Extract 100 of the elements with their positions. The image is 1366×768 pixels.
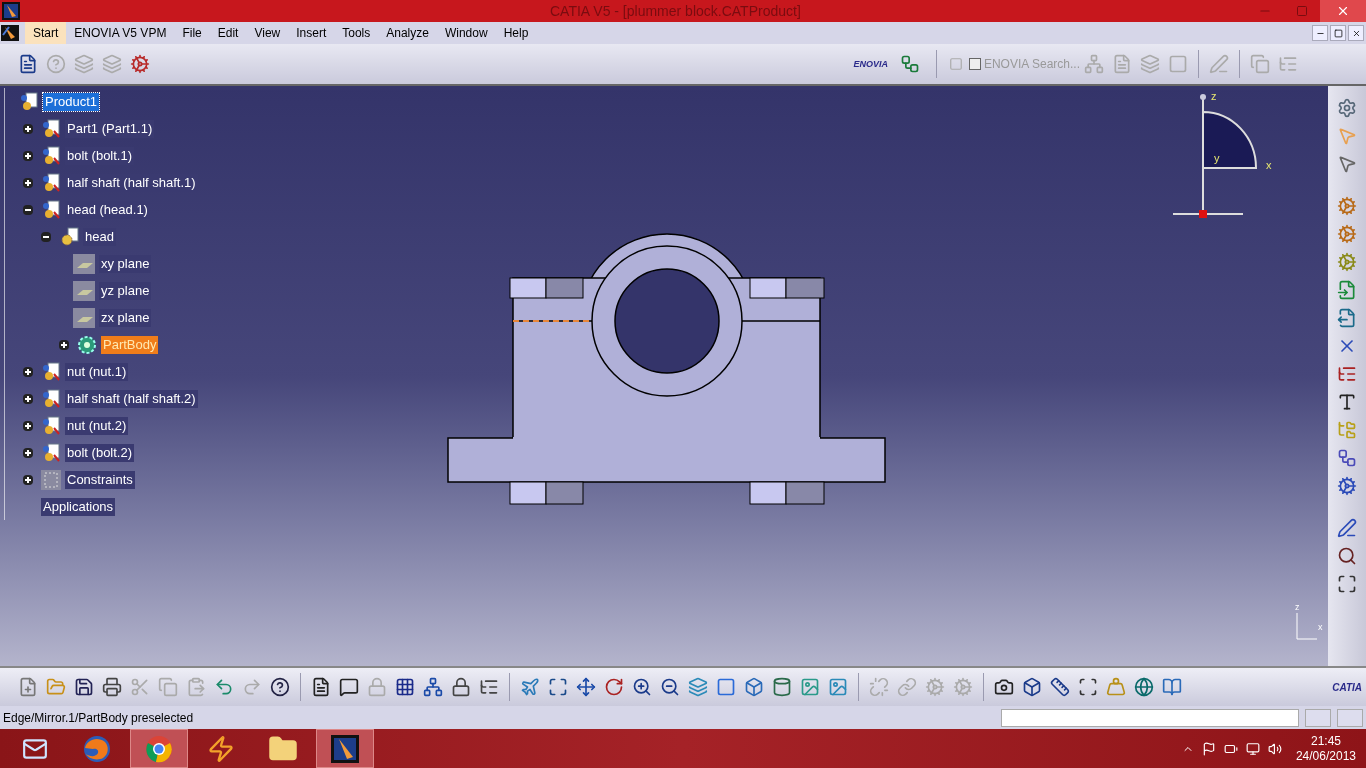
plane-icon: [73, 280, 95, 301]
menu-item[interactable]: Tools: [334, 22, 379, 44]
zoom-out-icon[interactable]: [660, 677, 680, 697]
expand-toggle[interactable]: [23, 150, 33, 161]
menu-item[interactable]: ENOVIA V5 VPM: [66, 22, 175, 44]
printer-icon[interactable]: [102, 677, 122, 697]
part-icon: [41, 172, 61, 193]
part-icon: [41, 145, 61, 166]
collapse-toggle[interactable]: [23, 204, 33, 215]
gear-icon: [77, 334, 97, 355]
tree-item[interactable]: yz plane: [99, 281, 152, 300]
enovia-logo: ENOVIA: [853, 59, 888, 69]
fit-all-icon[interactable]: [548, 677, 568, 697]
tree-item[interactable]: Part1 (Part1.1): [65, 119, 155, 138]
save-icon[interactable]: [74, 677, 94, 697]
minimize-button[interactable]: [1312, 25, 1328, 41]
axis-triad-drawing: [1295, 613, 1317, 641]
menu-item[interactable]: Start: [25, 22, 67, 44]
tree-item[interactable]: xy plane: [99, 254, 152, 273]
search-checkbox[interactable]: [968, 58, 981, 70]
flow-icon[interactable]: [1337, 448, 1357, 468]
help-icon[interactable]: [270, 677, 290, 697]
chrome-icon: [144, 733, 174, 764]
list-icon[interactable]: [479, 677, 499, 697]
menu-item[interactable]: Analyze: [378, 22, 437, 44]
menu-item[interactable]: Insert: [288, 22, 335, 44]
compass-label: y: [1214, 152, 1220, 164]
insert-file-icon[interactable]: [1337, 280, 1357, 300]
status-message: Edge/Mirror.1/PartBody preselected: [3, 709, 194, 727]
catia-app-icon: [2, 2, 20, 20]
window-title: CATIA V5 - [plummer block.CATProduct]: [550, 1, 801, 21]
catia-app-icon: [331, 734, 359, 763]
tree-item[interactable]: bolt (bolt.2): [65, 443, 135, 462]
restore-icon: [1333, 28, 1343, 38]
export-file-icon[interactable]: [1337, 308, 1357, 328]
weight-icon[interactable]: [1106, 677, 1126, 697]
part-icon: [41, 388, 61, 409]
part-icon: [41, 118, 61, 139]
expand-toggle[interactable]: [23, 420, 33, 431]
speaker-icon[interactable]: [1267, 741, 1282, 756]
book-icon[interactable]: [1162, 677, 1182, 697]
checkbox-label: ENOVIA Search...: [983, 56, 1080, 73]
cylinder-icon[interactable]: [772, 677, 792, 697]
expand-toggle[interactable]: [23, 366, 33, 377]
gear-icon[interactable]: [1337, 196, 1357, 216]
analysis-icon[interactable]: [1337, 546, 1357, 566]
table-icon[interactable]: [395, 677, 415, 697]
menu-item[interactable]: View: [246, 22, 289, 44]
lightning-icon: [207, 734, 235, 763]
tree-graph-icon[interactable]: [423, 677, 443, 697]
zoom-in-icon[interactable]: [632, 677, 652, 697]
taskbar-button[interactable]: [316, 729, 374, 768]
constraints-icon: [41, 469, 61, 490]
menu-item[interactable]: Edit: [209, 22, 247, 44]
expand-toggle[interactable]: [23, 123, 33, 134]
rotate-icon[interactable]: [604, 677, 624, 697]
close-button[interactable]: [1348, 25, 1364, 41]
axis-label: z: [1295, 601, 1300, 614]
part-icon: [41, 199, 61, 220]
camera-icon[interactable]: [994, 677, 1014, 697]
command-input-field[interactable]: [1001, 708, 1299, 727]
tree-item[interactable]: Constraints: [65, 470, 135, 489]
airplane-icon[interactable]: [520, 677, 540, 697]
compass-label: x: [1266, 158, 1272, 173]
collapse-toggle[interactable]: [41, 231, 51, 242]
tree-item[interactable]: Product1: [43, 92, 100, 111]
menu-item[interactable]: Window: [436, 22, 496, 44]
3d-viewport[interactable]: [0, 86, 1328, 666]
plane-icon: [73, 253, 95, 274]
normal-view-icon[interactable]: [688, 677, 708, 697]
gears-icon[interactable]: [130, 54, 150, 74]
expand-toggle[interactable]: [23, 447, 33, 458]
menu-item[interactable]: File: [174, 22, 210, 44]
tree-item[interactable]: nut (nut.1): [65, 362, 129, 381]
clock-time[interactable]: 21:45: [1310, 733, 1341, 749]
tree-item[interactable]: half shaft (half shaft.2): [65, 389, 198, 408]
globe-fox-icon: [82, 733, 112, 764]
expand-toggle[interactable]: [23, 393, 33, 404]
clock-date[interactable]: 24/06/2013: [1295, 748, 1356, 764]
part-icon: [41, 361, 61, 382]
pan-icon[interactable]: [576, 677, 596, 697]
speech-bubble-icon[interactable]: [339, 677, 359, 697]
ruler-icon[interactable]: [1050, 677, 1070, 697]
padlock-icon[interactable]: [451, 677, 471, 697]
product-icon: [19, 91, 39, 112]
menu-item[interactable]: Help: [495, 22, 537, 44]
select-icon[interactable]: [1337, 154, 1357, 174]
catia-menu-icon[interactable]: [1, 25, 19, 41]
tree-item[interactable]: Applications: [41, 497, 116, 516]
axis-label: x: [1318, 622, 1323, 632]
undo-icon[interactable]: [214, 677, 234, 697]
new-file-icon[interactable]: [18, 677, 38, 697]
expand-toggle[interactable]: [23, 474, 33, 485]
flag-icon[interactable]: [1201, 741, 1216, 756]
expand-toggle[interactable]: [59, 339, 69, 350]
gears-icon[interactable]: [1337, 98, 1357, 118]
cube-icon[interactable]: [744, 677, 764, 697]
tree-item[interactable]: zx plane: [99, 308, 152, 327]
expand-toggle[interactable]: [23, 177, 33, 188]
tree-item[interactable]: nut (nut.2): [65, 416, 129, 435]
